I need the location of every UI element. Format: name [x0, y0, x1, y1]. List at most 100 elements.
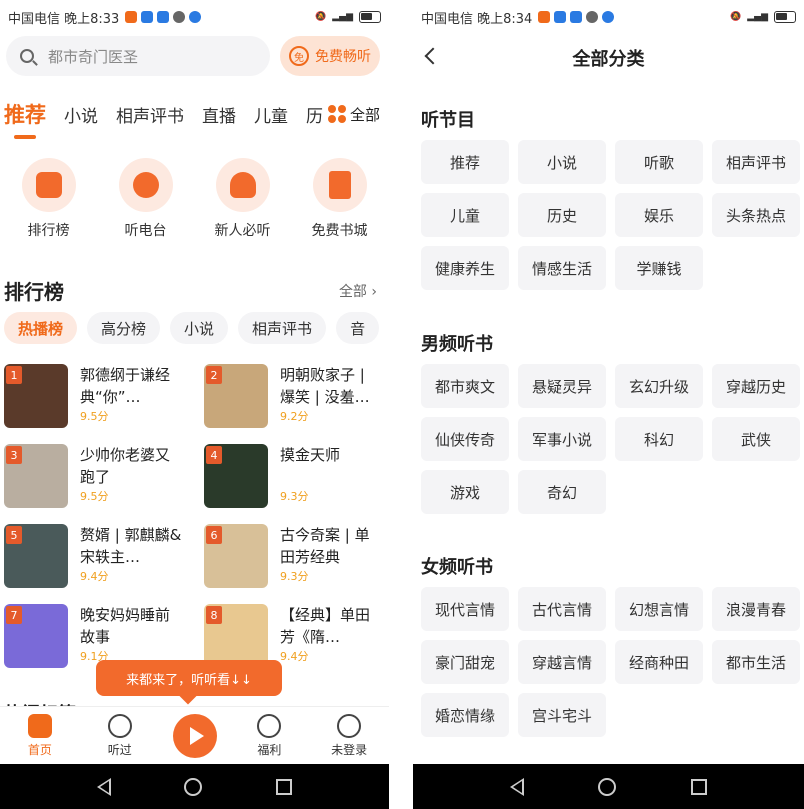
mute-icon: 🔕	[315, 12, 327, 22]
recents-icon[interactable]	[276, 778, 293, 795]
ranking-book-list: 1 郭德纲于谦经典“你”… 9.5分 2 明朝败家子 | 爆笑 | 没羞… 9.…	[4, 364, 389, 670]
quick-free-books[interactable]: 免费书城	[291, 158, 388, 240]
book-title: 摸金天师	[280, 446, 341, 464]
book-item[interactable]: 1 郭德纲于谦经典“你”… 9.5分	[4, 364, 204, 430]
book-score: 9.5分	[80, 490, 109, 503]
category-item[interactable]: 穿越言情	[518, 640, 606, 684]
category-item[interactable]: 推荐	[421, 140, 509, 184]
grid-dots-icon	[328, 105, 346, 123]
book-score: 9.3分	[280, 490, 309, 503]
category-item[interactable]: 豪门甜宠	[421, 640, 509, 684]
quick-entry-row: 排行榜 听电台 新人必听 免费书城	[0, 158, 389, 240]
tab-live[interactable]: 直播	[202, 102, 236, 127]
category-item[interactable]: 经商种田	[615, 640, 703, 684]
tab-crosstalk[interactable]: 相声评书	[116, 102, 184, 127]
app-notification-icon	[173, 11, 186, 23]
bottom-nav: 首页 听过 福利 未登录	[0, 706, 389, 764]
category-item[interactable]: 学赚钱	[615, 246, 703, 290]
chip-crosstalk[interactable]: 相声评书	[238, 312, 327, 344]
category-item[interactable]: 科幻	[615, 417, 703, 461]
back-icon[interactable]	[96, 777, 111, 796]
recents-icon[interactable]	[690, 778, 707, 795]
nav-welfare[interactable]: 福利	[229, 713, 309, 758]
tab-history[interactable]: 历	[306, 102, 323, 127]
ranking-chips: 热播榜 高分榜 小说 相声评书 音	[4, 312, 380, 344]
category-item[interactable]: 都市生活	[712, 640, 800, 684]
category-item[interactable]: 幻想言情	[615, 587, 703, 631]
chip-top-rated[interactable]: 高分榜	[87, 312, 161, 344]
page-title: 全部分类	[572, 49, 645, 70]
category-item[interactable]: 小说	[518, 140, 606, 184]
category-item[interactable]: 都市爽文	[421, 364, 509, 408]
category-item[interactable]: 历史	[518, 193, 606, 237]
book-title: 【经典】单田芳《隋…	[280, 606, 371, 646]
play-icon[interactable]	[172, 713, 217, 758]
category-item[interactable]: 悬疑灵异	[518, 364, 606, 408]
category-item[interactable]: 穿越历史	[712, 364, 800, 408]
rank-badge: 8	[206, 606, 222, 624]
book-cover: 7	[4, 604, 68, 668]
category-item[interactable]: 健康养生	[421, 246, 509, 290]
home-circle-icon[interactable]	[184, 777, 203, 796]
search-icon	[20, 49, 34, 63]
quick-newcomer[interactable]: 新人必听	[194, 158, 291, 240]
nav-label: 福利	[257, 742, 282, 757]
category-grid: 现代言情 古代言情 幻想言情 浪漫青春 豪门甜宠 穿越言情 经商种田 都市生活 …	[421, 587, 800, 737]
category-item[interactable]: 玄幻升级	[615, 364, 703, 408]
category-item[interactable]: 现代言情	[421, 587, 509, 631]
nav-history[interactable]: 听过	[80, 713, 160, 758]
listen-toast[interactable]: 来都来了，听听看↓↓	[96, 660, 282, 696]
book-item[interactable]: 5 赘婿 | 郭麒麟&宋轶主… 9.4分	[4, 524, 204, 590]
category-item[interactable]: 婚恋情缘	[421, 693, 509, 737]
status-carrier-time: 中国电信 晚上8:34	[421, 11, 533, 27]
category-item[interactable]: 浪漫青春	[712, 587, 800, 631]
rank-badge: 6	[206, 526, 222, 544]
quick-radio[interactable]: 听电台	[97, 158, 194, 240]
home-circle-icon[interactable]	[598, 777, 617, 796]
book-cover: 4	[204, 444, 268, 508]
category-item[interactable]: 宫斗宅斗	[518, 693, 606, 737]
chip-music[interactable]: 音	[336, 312, 380, 344]
category-item[interactable]: 游戏	[421, 470, 509, 514]
category-item[interactable]: 情感生活	[518, 246, 606, 290]
book-item[interactable]: 4 摸金天师 9.3分	[204, 444, 389, 510]
tab-novel[interactable]: 小说	[64, 102, 98, 127]
category-item[interactable]: 武侠	[712, 417, 800, 461]
free-listen-button[interactable]: 免 免费畅听	[280, 36, 380, 76]
category-item[interactable]: 头条热点	[712, 193, 800, 237]
book-cover: 5	[4, 524, 68, 588]
android-nav-bar	[413, 764, 804, 809]
ranking-all-link[interactable]: 全部 ›	[339, 281, 377, 301]
book-title: 古今奇案 | 单田芳经典	[280, 526, 370, 566]
book-item[interactable]: 2 明朝败家子 | 爆笑 | 没羞… 9.2分	[204, 364, 389, 430]
category-item[interactable]: 古代言情	[518, 587, 606, 631]
chip-novel[interactable]: 小说	[170, 312, 229, 344]
home-screen: 中国电信 晚上8:33 🔕 ▂▄▆ 都市奇门医圣 免 免费畅听 推荐 小说 相声…	[0, 0, 389, 809]
tab-recommend[interactable]: 推荐	[4, 99, 46, 139]
category-item[interactable]: 仙侠传奇	[421, 417, 509, 461]
chip-hot[interactable]: 热播榜	[4, 312, 78, 344]
rank-badge: 3	[6, 446, 22, 464]
category-item[interactable]: 儿童	[421, 193, 509, 237]
category-item[interactable]: 相声评书	[712, 140, 800, 184]
category-item[interactable]: 娱乐	[615, 193, 703, 237]
nav-login[interactable]: 未登录	[309, 713, 389, 758]
search-input[interactable]: 都市奇门医圣	[6, 36, 270, 76]
book-item[interactable]: 3 少帅你老婆又跑了 9.5分	[4, 444, 204, 510]
category-item[interactable]: 军事小说	[518, 417, 606, 461]
tab-kids[interactable]: 儿童	[254, 102, 288, 127]
book-title: 郭德纲于谦经典“你”…	[80, 366, 171, 406]
nav-label: 首页	[27, 742, 52, 757]
money-bag-icon	[257, 713, 282, 738]
status-bar: 中国电信 晚上8:33 🔕 ▂▄▆	[0, 0, 389, 34]
quick-ranking[interactable]: 排行榜	[0, 158, 97, 240]
app-notification-icon	[554, 11, 567, 23]
back-icon[interactable]	[510, 777, 525, 796]
quick-label: 新人必听	[214, 223, 271, 239]
category-item[interactable]: 听歌	[615, 140, 703, 184]
book-item[interactable]: 6 古今奇案 | 单田芳经典 9.3分	[204, 524, 389, 590]
tab-all-button[interactable]: 全部	[326, 94, 381, 134]
category-item[interactable]: 奇幻	[518, 470, 606, 514]
book-title: 赘婿 | 郭麒麟&宋轶主…	[80, 526, 182, 566]
nav-home[interactable]: 首页	[0, 713, 80, 758]
